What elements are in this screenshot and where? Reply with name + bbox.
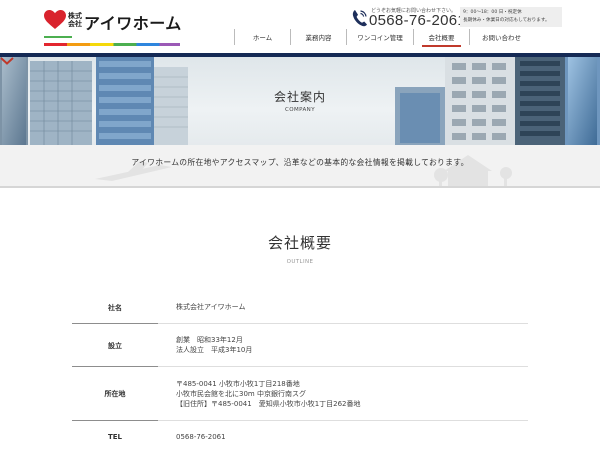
table-row: TEL 0568-76-2061 [72,421,528,450]
hero-title: 会社案内 [273,90,326,104]
hero-subtitle: COMPANY [285,107,315,113]
row-value-line: 創業 昭和33年12月 [176,336,243,344]
nav-item-services[interactable]: 業務内容 [290,29,346,45]
nav-item-label: ホーム [252,34,273,42]
site-logo[interactable]: 株式会社 アイワホーム [44,10,184,46]
section-subtitle: OUTLINE [286,259,314,265]
nav-item-home[interactable]: ホーム [234,29,290,45]
logo-company-name: アイワホーム [84,14,182,33]
intro-text: アイワホームの所在地やアクセスマップ、沿革などの基本的な会社情報を掲載しておりま… [131,158,469,167]
logo-leaf-line [44,36,72,38]
nav-item-company[interactable]: 会社概要 [413,29,469,47]
section-title: 会社概要 [267,234,332,252]
row-value: 0568-76-2061 [176,432,226,442]
nav-item-label: 会社概要 [428,34,455,42]
nav-item-contact[interactable]: お問い合わせ [469,29,533,45]
row-label: 所在地 [104,390,126,398]
logo-color-stripe [44,43,180,46]
page-hero: 会社案内 COMPANY [0,57,600,145]
row-label: 社名 [108,304,122,312]
company-outline-table: 社名 株式会社アイワホーム 設立 創業 昭和33年12月 法人設立 平成3年10… [72,292,528,450]
row-label: TEL [107,433,123,441]
intro-band-border [0,186,600,188]
row-value-line: 小牧市民会館を北に30m 中京銀行南スグ [176,390,306,398]
nav-item-one-coin[interactable]: ワンコイン管理 [346,29,413,45]
row-value-line: 法人設立 平成3年10月 [176,346,253,354]
business-hours: 9：00～18：00 日・祝定休 長期休み・休業日の対応もしております。 [460,7,562,27]
global-nav: ホーム 業務内容 ワンコイン管理 会社概要 お問い合わせ [234,29,533,47]
row-value-line: 〒485-0041 小牧市小牧1丁目218番地 [176,380,300,388]
table-row: 設立 創業 昭和33年12月 法人設立 平成3年10月 [72,324,528,367]
business-hours-line: 長期休み・休業日の対応もしております。 [463,18,550,23]
row-value-line[interactable]: 0568-76-2061 [176,432,226,442]
row-value-line: 【旧住所】〒485-0041 愛知県小牧市小牧1丁目262番地 [176,400,361,408]
row-value: 創業 昭和33年12月 法人設立 平成3年10月 [176,335,252,355]
heart-icon [44,10,66,29]
row-value: 株式会社アイワホーム [176,302,245,312]
business-hours-line: 9：00～18：00 日・祝定休 [463,10,522,15]
row-value-line: 株式会社アイワホーム [176,303,246,311]
nav-item-label: ワンコイン管理 [357,34,403,42]
table-row: 所在地 〒485-0041 小牧市小牧1丁目218番地 小牧市民会館を北に30m… [72,367,528,421]
nav-item-label: お問い合わせ [482,34,521,42]
table-row: 社名 株式会社アイワホーム [72,292,528,324]
phone-icon [352,10,367,27]
nav-active-indicator [422,45,461,47]
phone-number[interactable]: 0568-76-2061 [369,12,466,29]
row-label: 設立 [108,342,122,350]
nav-item-label: 業務内容 [305,34,332,42]
row-value: 〒485-0041 小牧市小牧1丁目218番地 小牧市民会館を北に30m 中京銀… [176,379,361,409]
site-header: 株式会社 アイワホーム どうぞお気軽にお問い合わせ下さい。 0568-76-20… [0,0,600,57]
intro-band: アイワホームの所在地やアクセスマップ、沿革などの基本的な会社情報を掲載しておりま… [0,145,600,188]
logo-corp-prefix: 株式会社 [68,12,82,28]
chevron-down-icon [0,57,14,65]
